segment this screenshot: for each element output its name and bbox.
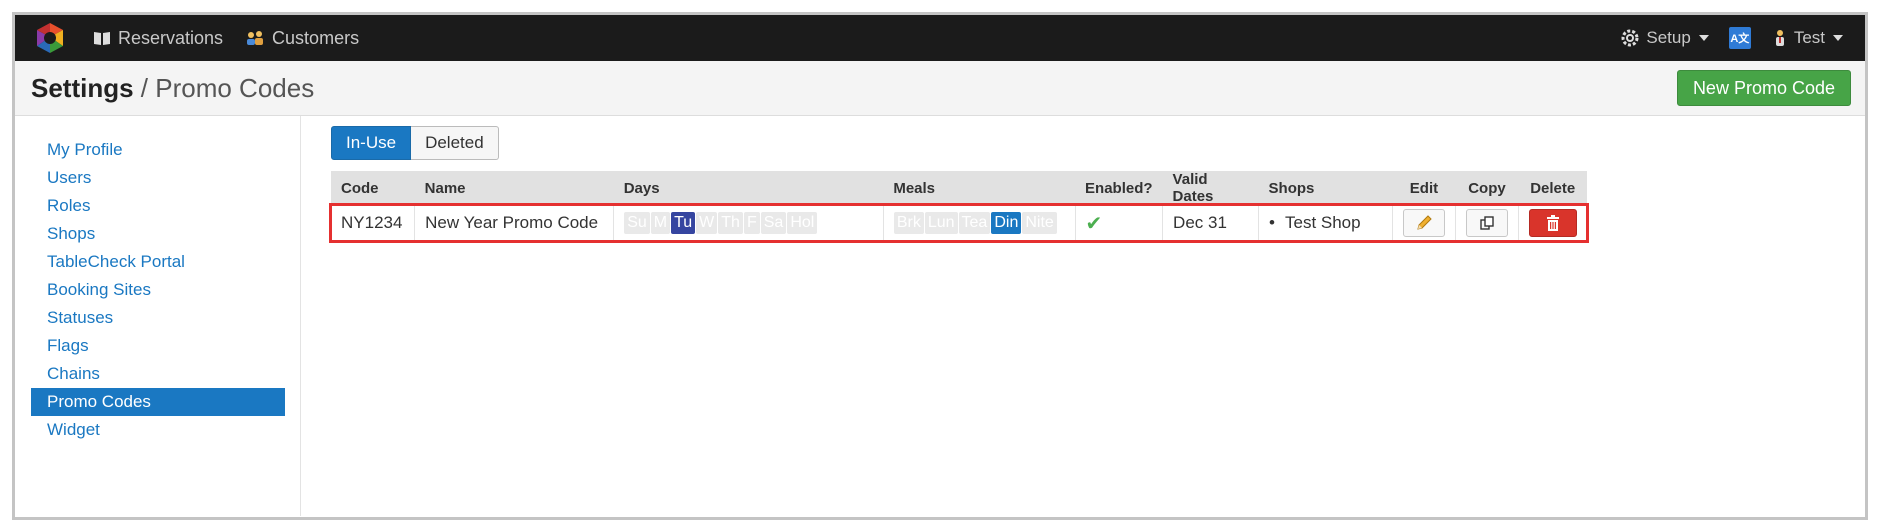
sidebar-item-my-profile[interactable]: My Profile bbox=[31, 136, 285, 164]
shops-cell: • Test Shop bbox=[1258, 205, 1393, 241]
nav-reservations-label: Reservations bbox=[118, 27, 224, 48]
sidebar-item-booking-sites[interactable]: Booking Sites bbox=[31, 276, 285, 304]
user-icon bbox=[1775, 30, 1784, 46]
page-title-section: Settings bbox=[31, 72, 134, 103]
column-header-valid-dates[interactable]: Valid Dates bbox=[1162, 171, 1259, 205]
nav-setup-label: Setup bbox=[1646, 28, 1691, 47]
table-header-row: Code Name Days Meals Enabled? Valid Date… bbox=[331, 171, 1587, 205]
page-header: Settings / Promo Codes New Promo Code bbox=[15, 61, 1865, 116]
edit-button[interactable] bbox=[1402, 209, 1445, 237]
copy-cell bbox=[1455, 205, 1519, 241]
sidebar-item-widget[interactable]: Widget bbox=[31, 416, 285, 444]
list-bullet: • bbox=[1269, 213, 1275, 232]
nav-user-dropdown[interactable]: Test bbox=[1773, 28, 1843, 48]
caret-down-icon bbox=[1833, 35, 1843, 41]
sidebar-item-chains[interactable]: Chains bbox=[31, 360, 285, 388]
column-header-code[interactable]: Code bbox=[331, 171, 415, 205]
day-pill-hol: Hol bbox=[787, 212, 818, 234]
status-toggle-group: In-Use Deleted bbox=[331, 126, 1865, 160]
gear-icon bbox=[1621, 29, 1639, 47]
meals-cell: Brk Lun Tea Din Nite bbox=[883, 205, 1076, 241]
meal-pill-lun: Lun bbox=[924, 212, 958, 234]
day-pill-sa: Sa bbox=[760, 212, 787, 234]
book-icon bbox=[94, 32, 110, 45]
sidebar-item-shops[interactable]: Shops bbox=[31, 220, 285, 248]
column-header-days[interactable]: Days bbox=[613, 171, 884, 205]
meal-pill-din: Din bbox=[991, 212, 1022, 234]
day-pill-f: F bbox=[743, 212, 760, 234]
table-row[interactable]: NY1234 New Year Promo Code Su M Tu W Th F Sa Ho… bbox=[329, 203, 1589, 243]
trash-icon bbox=[1546, 215, 1559, 231]
column-header-name[interactable]: Name bbox=[414, 171, 614, 205]
column-header-enabled[interactable]: Enabled? bbox=[1075, 171, 1163, 205]
content-area: My Profile Users Roles Shops TableCheck … bbox=[15, 116, 1865, 516]
deleted-toggle-button[interactable]: Deleted bbox=[411, 126, 499, 160]
day-pill-tu: Tu bbox=[671, 212, 696, 234]
column-header-shops[interactable]: Shops bbox=[1258, 171, 1393, 205]
promo-name-cell: New Year Promo Code bbox=[414, 205, 615, 241]
settings-sidebar: My Profile Users Roles Shops TableCheck … bbox=[31, 116, 301, 516]
day-pill-su: Su bbox=[624, 212, 650, 234]
column-header-copy: Copy bbox=[1455, 171, 1519, 205]
promo-code-cell: NY1234 bbox=[331, 205, 416, 241]
delete-cell bbox=[1518, 205, 1587, 241]
new-promo-code-button[interactable]: New Promo Code bbox=[1676, 70, 1851, 106]
days-cell: Su M Tu W Th F Sa Hol bbox=[613, 205, 884, 241]
page-title: Settings / Promo Codes bbox=[31, 73, 314, 104]
sidebar-item-tablecheck-portal[interactable]: TableCheck Portal bbox=[31, 248, 285, 276]
pencil-icon bbox=[1417, 215, 1432, 230]
app-frame: Reservations Customers Setup A文 Test Set… bbox=[12, 12, 1868, 520]
column-header-delete: Delete bbox=[1518, 171, 1587, 205]
sidebar-item-flags[interactable]: Flags bbox=[31, 332, 285, 360]
enabled-cell: ✔ bbox=[1075, 205, 1164, 241]
copy-icon bbox=[1480, 216, 1494, 230]
nav-user-label: Test bbox=[1793, 28, 1825, 47]
edit-cell bbox=[1392, 205, 1456, 241]
day-pill-m: M bbox=[650, 212, 671, 234]
page-title-separator: / bbox=[133, 72, 156, 103]
sidebar-item-users[interactable]: Users bbox=[31, 164, 285, 192]
top-navbar: Reservations Customers Setup A文 Test bbox=[15, 15, 1865, 61]
promo-codes-table: Code Name Days Meals Enabled? Valid Date… bbox=[329, 171, 1589, 243]
main-panel: In-Use Deleted Code Name Days Meals Enab… bbox=[301, 116, 1865, 516]
column-header-edit: Edit bbox=[1392, 171, 1456, 205]
app-logo-icon[interactable] bbox=[33, 21, 67, 55]
column-header-meals[interactable]: Meals bbox=[883, 171, 1076, 205]
delete-button[interactable] bbox=[1528, 209, 1577, 237]
checkmark-icon: ✔ bbox=[1085, 212, 1103, 235]
nav-customers-label: Customers bbox=[272, 27, 360, 48]
valid-dates-cell: Dec 31 bbox=[1162, 205, 1260, 241]
sidebar-item-promo-codes[interactable]: Promo Codes bbox=[31, 388, 285, 416]
nav-setup-dropdown[interactable]: Setup bbox=[1621, 28, 1709, 48]
in-use-toggle-button[interactable]: In-Use bbox=[331, 126, 412, 160]
sidebar-item-statuses[interactable]: Statuses bbox=[31, 304, 285, 332]
day-pill-w: W bbox=[696, 212, 718, 234]
day-pill-th: Th bbox=[718, 212, 743, 234]
meal-pill-nite: Nite bbox=[1022, 212, 1057, 234]
page-title-subsection: Promo Codes bbox=[155, 72, 315, 103]
copy-button[interactable] bbox=[1465, 209, 1508, 237]
nav-customers[interactable]: Customers bbox=[245, 28, 359, 49]
shop-name: Test Shop bbox=[1284, 213, 1361, 232]
language-icon[interactable]: A文 bbox=[1728, 27, 1751, 49]
nav-reservations[interactable]: Reservations bbox=[93, 28, 223, 49]
meal-pill-brk: Brk bbox=[893, 212, 924, 234]
users-icon bbox=[247, 31, 264, 45]
meal-pill-tea: Tea bbox=[958, 212, 991, 234]
sidebar-item-roles[interactable]: Roles bbox=[31, 192, 285, 220]
caret-down-icon bbox=[1698, 35, 1709, 41]
